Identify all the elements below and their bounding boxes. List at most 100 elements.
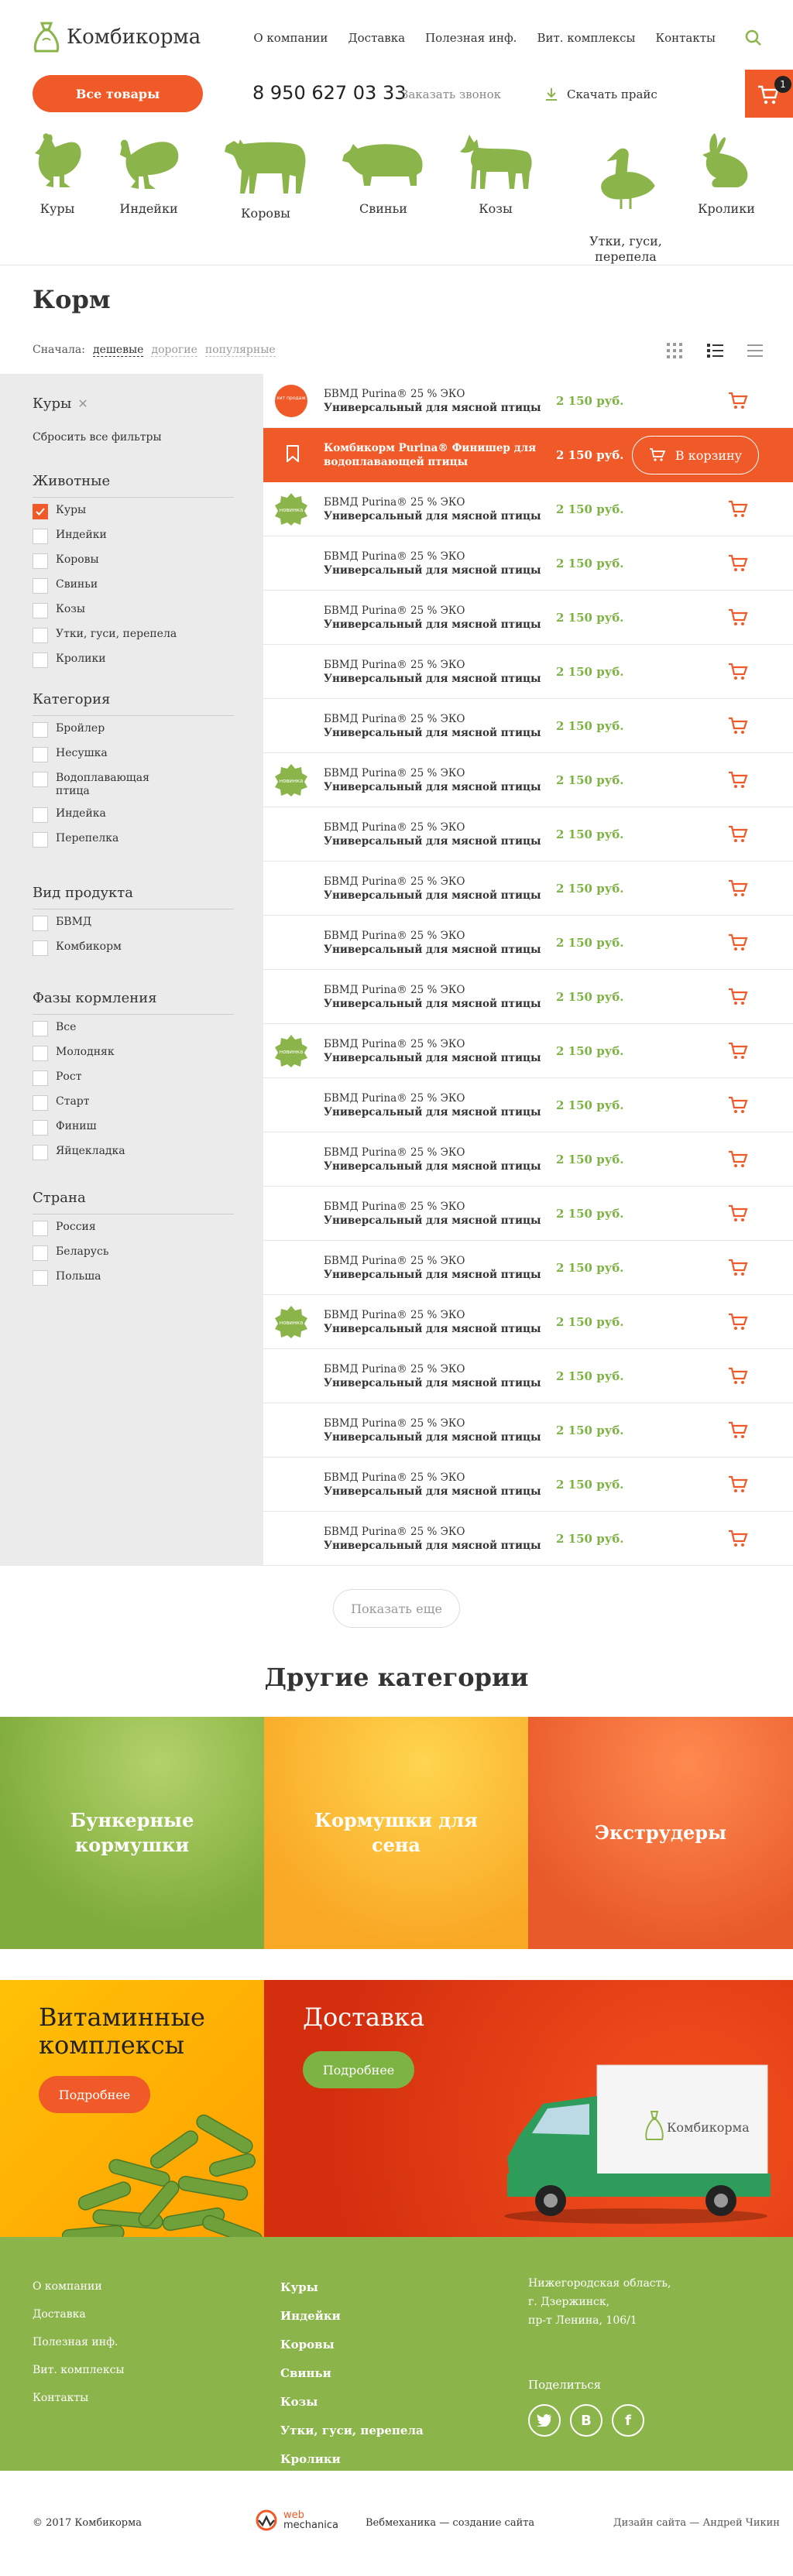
checkbox[interactable] — [33, 916, 48, 931]
product-row[interactable]: новинка БВМД Purina® 25 % ЭКО Универсальны… — [263, 482, 793, 536]
checkbox[interactable] — [33, 529, 48, 544]
footer-animal-link[interactable]: Козы — [280, 2395, 424, 2409]
filter-option[interactable]: Утки, гуси, перепела — [33, 628, 234, 643]
product-row-highlighted[interactable]: Комбикорм Purina® Финишер для водоплавающ… — [263, 428, 793, 482]
product-name[interactable]: БВМД Purina® 25 % ЭКО Универсальный для м… — [324, 766, 541, 794]
product-name[interactable]: БВМД Purina® 25 % ЭКО Универсальный для м… — [324, 1146, 541, 1173]
add-to-cart-icon[interactable] — [728, 879, 748, 899]
product-row[interactable]: БВМД Purina® 25 % ЭКО Универсальный для м… — [263, 1132, 793, 1187]
add-to-cart-icon[interactable] — [728, 987, 748, 1007]
animal-cow[interactable]: Коровы — [217, 132, 314, 221]
add-to-cart-icon[interactable] — [728, 662, 748, 682]
product-row[interactable]: БВМД Purina® 25 % ЭКО Универсальный для м… — [263, 1187, 793, 1241]
product-name[interactable]: БВМД Purina® 25 % ЭКО Универсальный для м… — [324, 1091, 541, 1119]
developer-logo[interactable]: web mechanica — [254, 2509, 338, 2531]
add-to-cart-icon[interactable] — [728, 770, 748, 790]
filter-option[interactable]: БВМД — [33, 916, 234, 931]
animal-rabbit[interactable]: Кролики — [691, 132, 762, 216]
add-to-cart-icon[interactable] — [728, 1529, 748, 1549]
checkbox[interactable] — [33, 1095, 48, 1111]
product-name[interactable]: БВМД Purina® 25 % ЭКО Универсальный для м… — [324, 387, 541, 415]
add-to-cart-icon[interactable] — [728, 1258, 748, 1278]
product-name[interactable]: БВМД Purina® 25 % ЭКО Универсальный для м… — [324, 1200, 541, 1228]
add-to-cart-icon[interactable] — [728, 1095, 748, 1115]
product-name[interactable]: БВМД Purina® 25 % ЭКО Универсальный для м… — [324, 929, 541, 957]
animal-pig[interactable]: Свиньи — [338, 132, 429, 216]
filter-option[interactable]: Свиньи — [33, 578, 234, 594]
twitter-icon[interactable] — [528, 2404, 561, 2437]
reset-filters-link[interactable]: Сбросить все фильтры — [33, 431, 162, 444]
footer-animal-link[interactable]: Свиньи — [280, 2366, 424, 2380]
show-more-button[interactable]: Показать еще — [333, 1589, 460, 1628]
design-credit[interactable]: Дизайн сайта — Андрей Чикин — [613, 2517, 780, 2529]
product-name[interactable]: Комбикорм Purina® Финишер для водоплавающ… — [324, 441, 536, 469]
add-to-cart-icon[interactable] — [728, 1312, 748, 1332]
product-name[interactable]: БВМД Purina® 25 % ЭКО Универсальный для м… — [324, 550, 541, 577]
checkbox[interactable] — [33, 628, 48, 643]
footer-animal-link[interactable]: Индейки — [280, 2309, 424, 2323]
category-tile-extruders[interactable]: Экструдеры — [528, 1717, 793, 1949]
add-to-cart-icon[interactable] — [728, 933, 748, 953]
nav-vitamins[interactable]: Вит. комплексы — [537, 31, 635, 45]
callback-link[interactable]: Заказать звонок — [401, 87, 501, 101]
checkbox[interactable] — [33, 940, 48, 956]
product-name[interactable]: БВМД Purina® 25 % ЭКО Универсальный для м… — [324, 1362, 541, 1390]
product-row[interactable]: БВМД Purina® 25 % ЭКО Универсальный для м… — [263, 1403, 793, 1458]
nav-useful-info[interactable]: Полезная инф. — [425, 31, 517, 45]
product-name[interactable]: БВМД Purina® 25 % ЭКО Универсальный для м… — [324, 604, 541, 632]
footer-link[interactable]: Доставка — [33, 2308, 125, 2321]
product-row[interactable]: БВМД Purina® 25 % ЭКО Универсальный для м… — [263, 591, 793, 645]
checkbox[interactable] — [33, 1221, 48, 1236]
product-row[interactable]: новинка БВМД Purina® 25 % ЭКО Универсальны… — [263, 1295, 793, 1349]
promo-delivery-more-button[interactable]: Подробнее — [303, 2051, 414, 2088]
product-name[interactable]: БВМД Purina® 25 % ЭКО Универсальный для м… — [324, 495, 541, 523]
filter-option[interactable]: Водоплавающая птица — [33, 772, 164, 798]
checkbox[interactable] — [33, 1120, 48, 1136]
checkbox-checked[interactable] — [33, 504, 48, 519]
add-to-cart-icon[interactable] — [728, 1475, 748, 1495]
filter-option[interactable]: Несушка — [33, 747, 234, 762]
footer-animal-link[interactable]: Кролики — [280, 2452, 424, 2466]
facebook-icon[interactable]: f — [612, 2404, 644, 2437]
filter-option[interactable]: Яйцекладка — [33, 1145, 234, 1160]
filter-option[interactable]: Индейки — [33, 529, 234, 544]
animal-goat[interactable]: Козы — [455, 132, 536, 216]
product-row[interactable]: БВМД Purina® 25 % ЭКО Универсальный для м… — [263, 862, 793, 916]
product-row[interactable]: БВМД Purina® 25 % ЭКО Универсальный для м… — [263, 1458, 793, 1512]
animal-chicken[interactable]: Куры — [23, 132, 91, 216]
bookmark-icon[interactable] — [287, 445, 299, 462]
product-row[interactable]: БВМД Purina® 25 % ЭКО Универсальный для м… — [263, 970, 793, 1024]
product-row[interactable]: БВМД Purina® 25 % ЭКО Универсальный для м… — [263, 1512, 793, 1566]
filter-option[interactable]: Коровы — [33, 553, 234, 569]
filter-option[interactable]: Беларусь — [33, 1245, 234, 1261]
footer-link[interactable]: Полезная инф. — [33, 2336, 125, 2348]
add-to-cart-icon[interactable] — [728, 1420, 748, 1440]
checkbox[interactable] — [33, 1046, 48, 1061]
sort-cheap[interactable]: дешевые — [92, 344, 144, 357]
product-row[interactable]: БВМД Purina® 25 % ЭКО Универсальный для м… — [263, 916, 793, 970]
checkbox[interactable] — [33, 747, 48, 762]
add-to-cart-icon[interactable] — [728, 391, 748, 411]
logo[interactable]: Комбикорма — [31, 20, 201, 54]
checkbox[interactable] — [33, 722, 48, 738]
add-to-cart-icon[interactable] — [728, 608, 748, 628]
checkbox[interactable] — [33, 1270, 48, 1286]
product-row[interactable]: хит продаж БВМД Purina® 25 % ЭКО Универсал… — [263, 374, 793, 428]
add-to-cart-icon[interactable] — [728, 1149, 748, 1170]
sort-expensive[interactable]: дорогие — [151, 344, 197, 357]
filter-option[interactable]: Куры — [33, 504, 234, 519]
product-name[interactable]: БВМД Purina® 25 % ЭКО Универсальный для м… — [324, 658, 541, 686]
filter-option[interactable]: Старт — [33, 1095, 234, 1111]
add-to-cart-icon[interactable] — [728, 1041, 748, 1061]
filter-option[interactable]: Перепелка — [33, 832, 234, 848]
sort-popular[interactable]: популярные — [204, 344, 276, 357]
product-row[interactable]: новинка БВМД Purina® 25 % ЭКО Универсальны… — [263, 753, 793, 807]
product-name[interactable]: БВМД Purina® 25 % ЭКО Универсальный для м… — [324, 1471, 541, 1499]
filter-option[interactable]: Козы — [33, 603, 234, 618]
nav-about[interactable]: О компании — [253, 31, 328, 45]
add-to-cart-icon[interactable] — [728, 716, 748, 736]
filter-option[interactable]: Комбикорм — [33, 940, 234, 956]
filter-option[interactable]: Все — [33, 1021, 234, 1036]
product-row[interactable]: БВМД Purina® 25 % ЭКО Универсальный для м… — [263, 1241, 793, 1295]
product-name[interactable]: БВМД Purina® 25 % ЭКО Универсальный для м… — [324, 712, 541, 740]
